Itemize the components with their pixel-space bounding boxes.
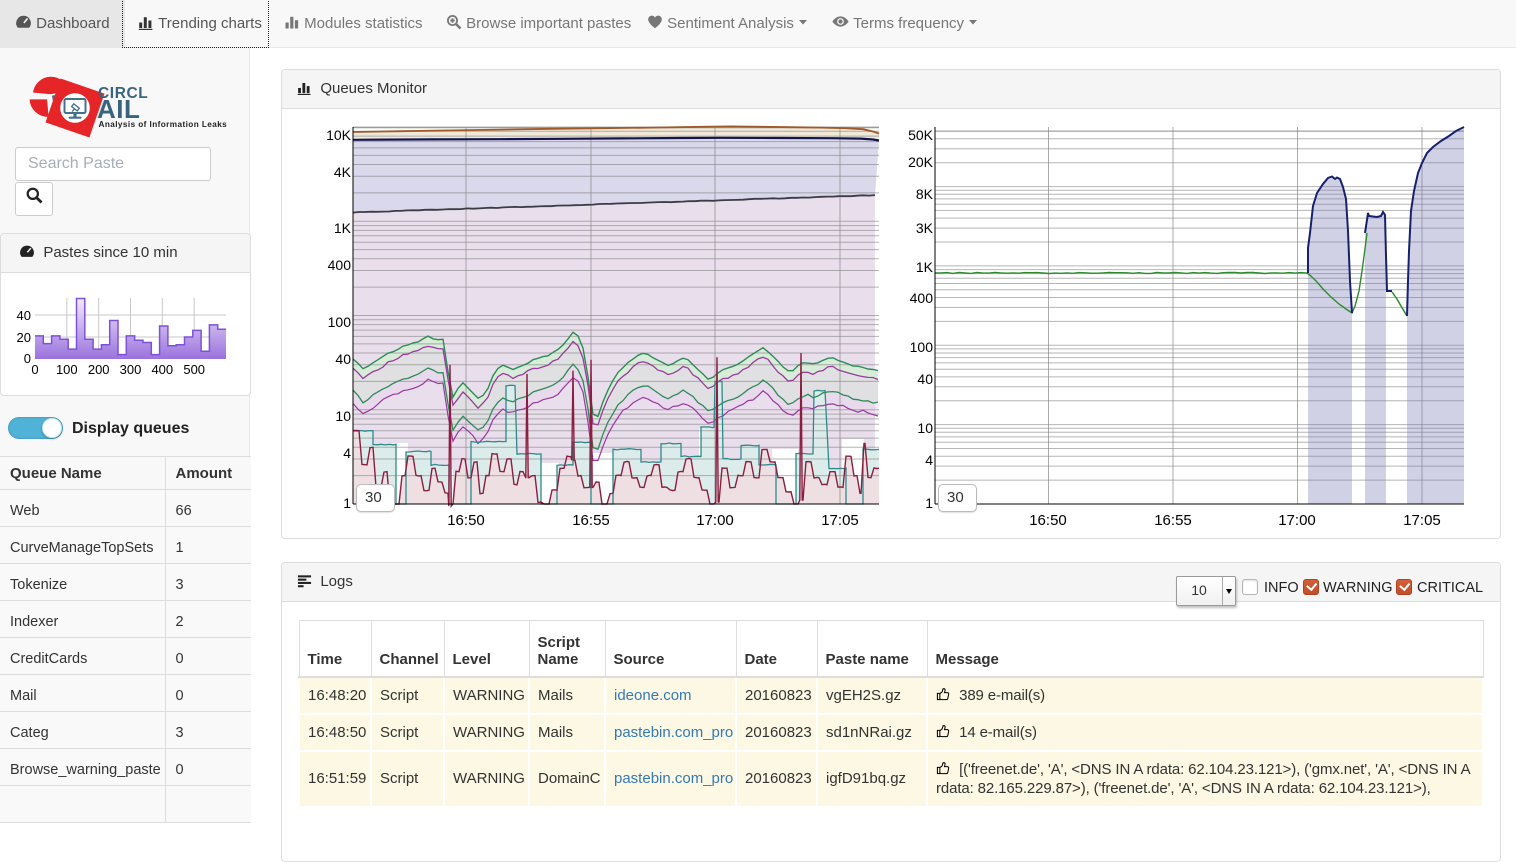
svg-text:40: 40	[917, 371, 933, 387]
svg-text:Analysis of Information Leaks: Analysis of Information Leaks	[99, 120, 228, 129]
svg-text:16:50: 16:50	[447, 512, 485, 529]
svg-text:17:05: 17:05	[1403, 512, 1441, 529]
svg-text:16:50: 16:50	[1029, 512, 1067, 529]
svg-text:400: 400	[328, 257, 352, 273]
svg-text:300: 300	[120, 362, 142, 377]
svg-text:4: 4	[343, 445, 351, 461]
svg-text:1K: 1K	[916, 259, 934, 275]
svg-text:8K: 8K	[916, 186, 934, 202]
svg-text:40: 40	[17, 308, 31, 323]
svg-text:0: 0	[31, 362, 38, 377]
svg-text:0: 0	[24, 351, 31, 366]
svg-text:1: 1	[925, 495, 933, 511]
svg-text:100: 100	[910, 339, 934, 355]
svg-text:200: 200	[88, 362, 110, 377]
svg-text:10: 10	[917, 420, 933, 436]
svg-text:4: 4	[925, 452, 933, 468]
svg-text:400: 400	[910, 290, 934, 306]
svg-text:10: 10	[335, 408, 351, 424]
svg-text:17:00: 17:00	[696, 512, 734, 529]
svg-text:50K: 50K	[908, 127, 934, 143]
svg-text:100: 100	[56, 362, 78, 377]
svg-text:17:00: 17:00	[1278, 512, 1316, 529]
svg-text:3K: 3K	[916, 220, 934, 236]
svg-text:1: 1	[343, 495, 351, 511]
svg-text:16:55: 16:55	[1154, 512, 1192, 529]
svg-text:4K: 4K	[334, 164, 352, 180]
svg-text:20: 20	[17, 330, 31, 345]
svg-text:500: 500	[183, 362, 205, 377]
svg-text:1K: 1K	[334, 220, 352, 236]
svg-text:17:05: 17:05	[821, 512, 859, 529]
svg-text:100: 100	[328, 314, 352, 330]
svg-text:16:55: 16:55	[572, 512, 610, 529]
svg-text:40: 40	[335, 351, 351, 367]
svg-text:20K: 20K	[908, 154, 934, 170]
svg-text:400: 400	[151, 362, 173, 377]
svg-text:10K: 10K	[326, 127, 352, 143]
